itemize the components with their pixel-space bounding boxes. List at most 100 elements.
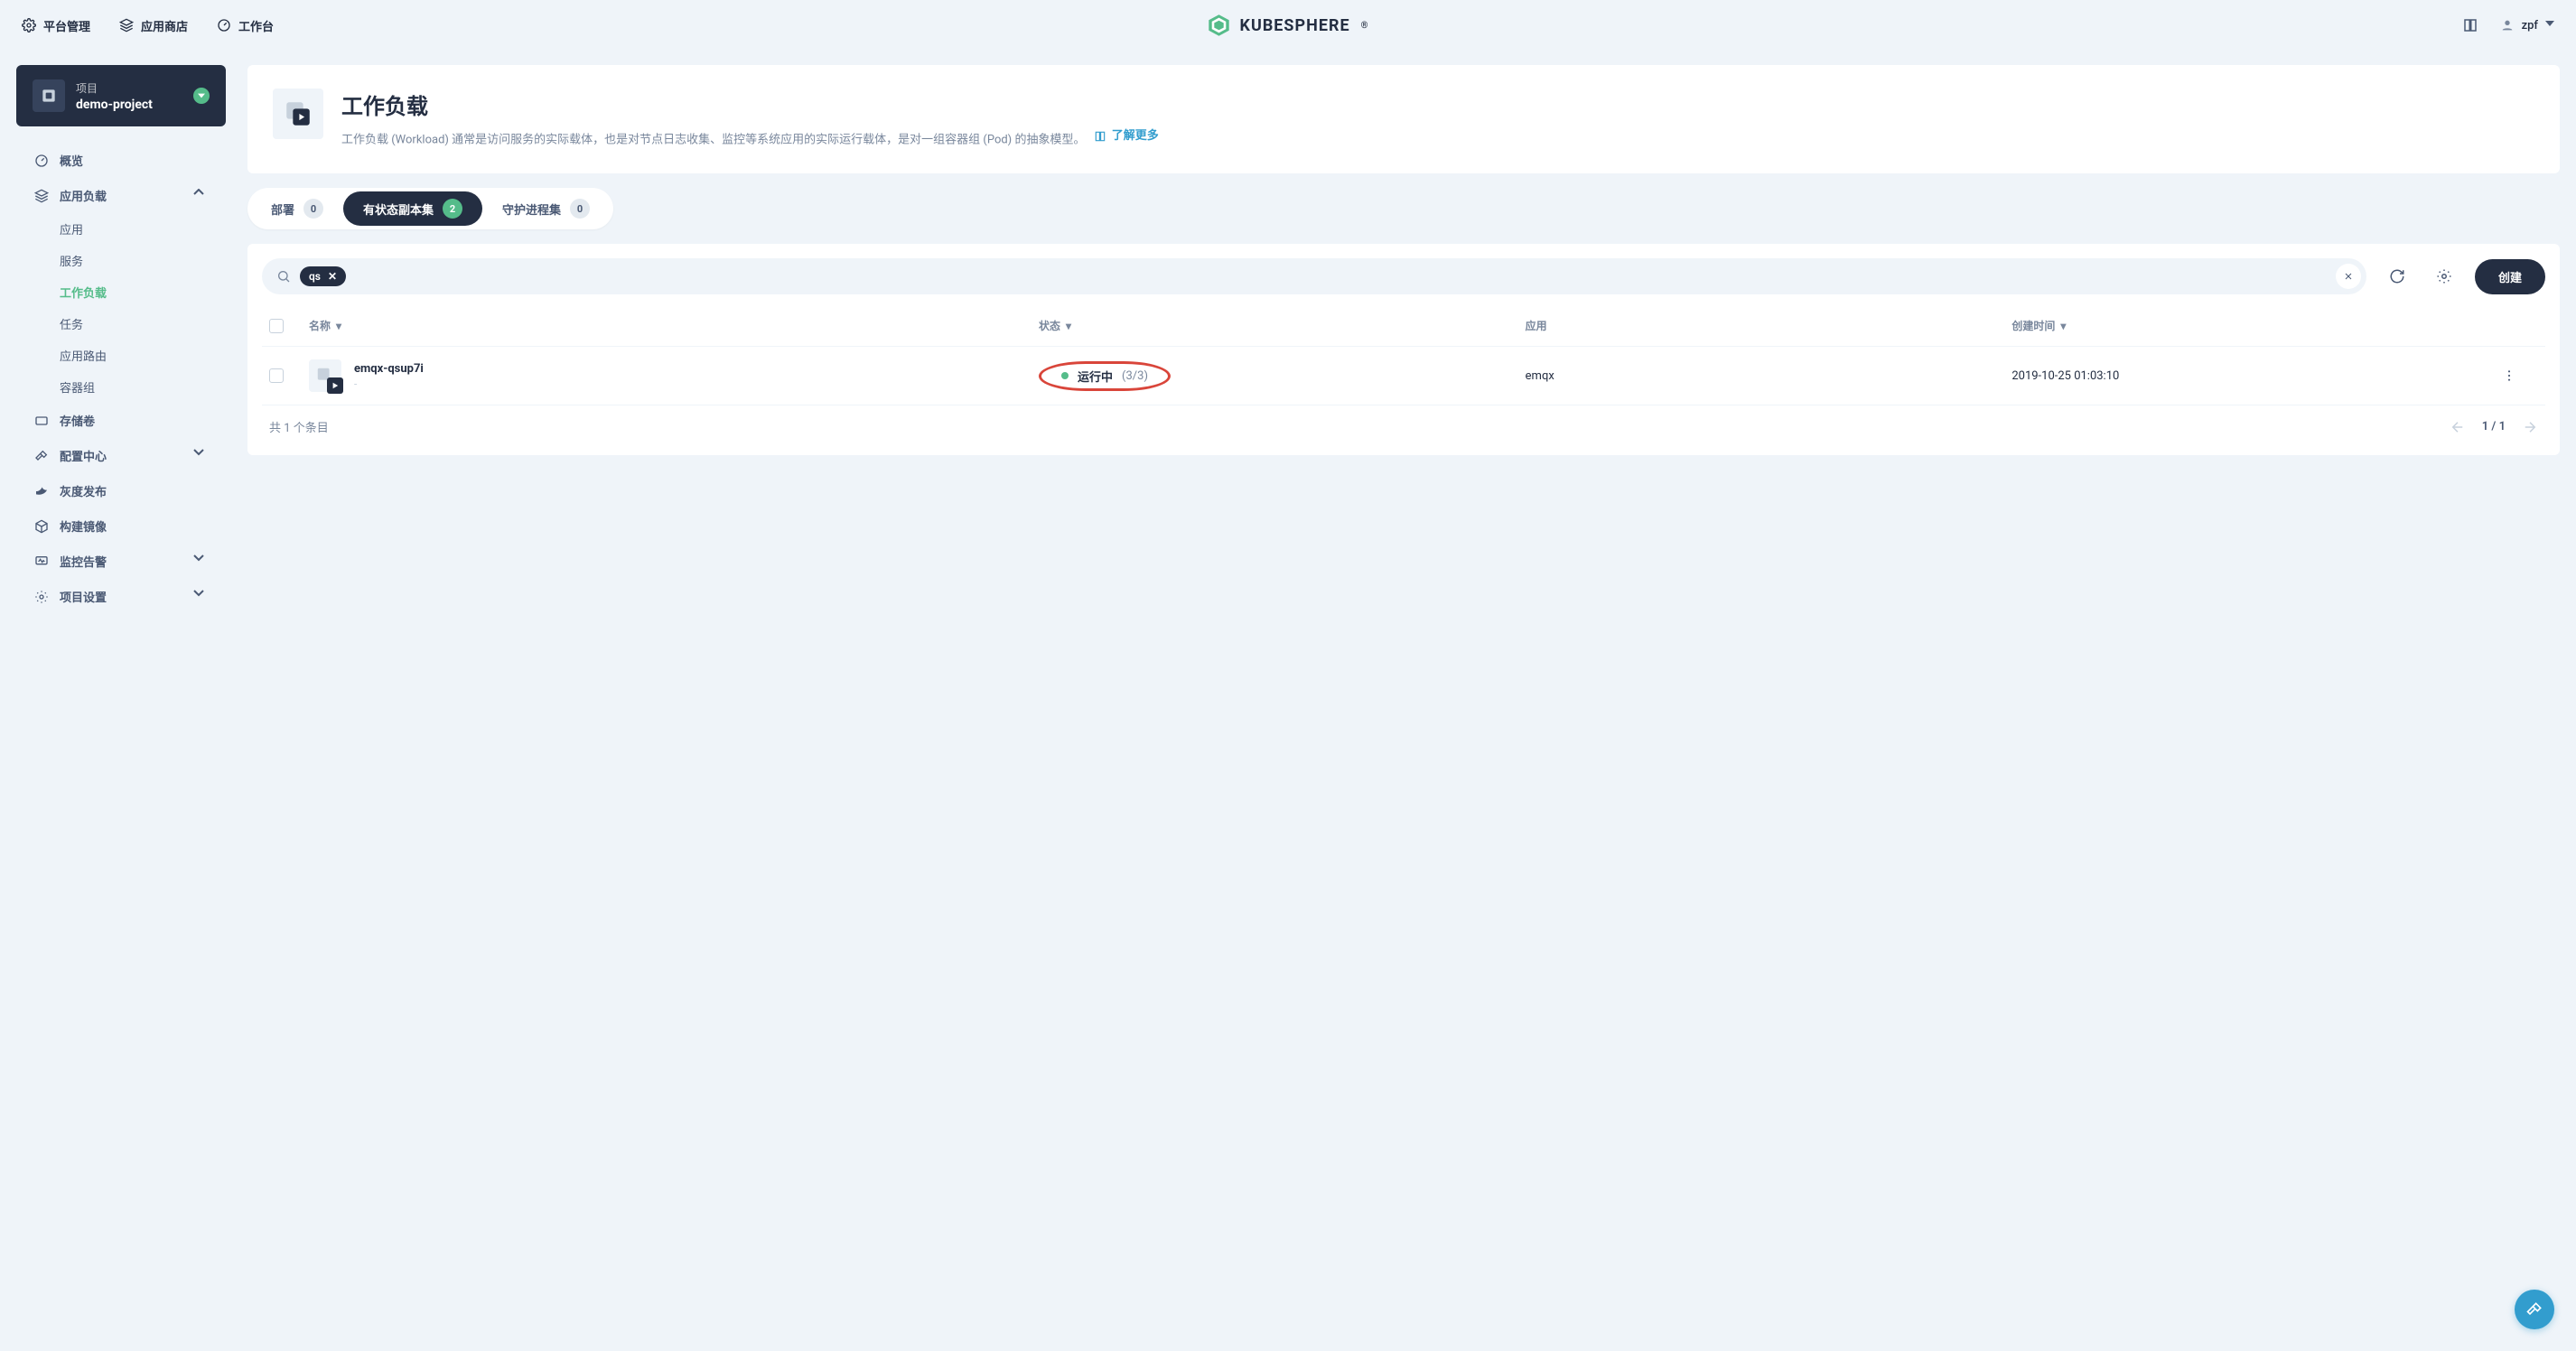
play-badge-icon <box>327 377 343 394</box>
refresh-button[interactable] <box>2381 260 2413 293</box>
row-checkbox[interactable] <box>269 368 284 383</box>
chevron-up-icon <box>193 189 208 203</box>
select-all-checkbox[interactable] <box>269 319 284 333</box>
top-nav-right: zpf <box>2462 17 2554 33</box>
page-next-button[interactable] <box>2522 419 2538 435</box>
sidebar-item-grayscale[interactable]: 灰度发布 <box>16 473 226 508</box>
row-more-button[interactable] <box>2498 365 2520 387</box>
bird-icon <box>34 484 49 498</box>
search-tag-text: qs <box>309 270 321 283</box>
gear-icon <box>22 18 36 33</box>
nav-appstore[interactable]: 应用商店 <box>119 17 188 34</box>
sidebar-subitem-pods[interactable]: 容器组 <box>16 371 226 403</box>
row-status-text: 运行中 <box>1078 368 1113 385</box>
sidebar: 项目 demo-project 概览 应用负载 应用 服务 工作负载 任务 应用… <box>16 65 226 614</box>
workload-icon <box>309 359 341 392</box>
sidebar-item-label: 应用负载 <box>60 187 107 204</box>
sidebar-item-label: 灰度发布 <box>60 482 107 499</box>
sidebar-subitem-services[interactable]: 服务 <box>16 245 226 276</box>
sidebar-item-image-build[interactable]: 构建镜像 <box>16 508 226 544</box>
caret-down-icon: ▾ <box>1066 320 1071 332</box>
tab-count: 2 <box>443 199 462 219</box>
row-created: 2019-10-25 01:03:10 <box>2011 369 2498 383</box>
table-row[interactable]: emqx-qsup7i - 运行中 (3/3) e <box>262 347 2545 405</box>
row-name: emqx-qsup7i <box>354 362 424 376</box>
page-prev-button[interactable] <box>2450 419 2466 435</box>
book-icon <box>1094 130 1106 143</box>
tab-daemonset[interactable]: 守护进程集 0 <box>482 191 610 226</box>
learn-more-link[interactable]: 了解更多 <box>1094 127 1159 146</box>
logo[interactable]: KUBESPHERE® <box>1208 14 1369 37</box>
search-icon <box>276 269 291 284</box>
row-subtitle: - <box>354 377 424 390</box>
status-annotation: 运行中 (3/3) <box>1039 361 1171 391</box>
tab-label: 有状态副本集 <box>363 200 434 218</box>
workload-icon <box>273 89 323 139</box>
sidebar-item-label: 应用 <box>60 220 83 238</box>
project-icon <box>33 79 65 112</box>
tab-deployment[interactable]: 部署 0 <box>251 191 343 226</box>
caret-down-icon: ▾ <box>336 320 341 332</box>
kubesphere-logo-icon <box>1208 14 1231 37</box>
settings-button[interactable] <box>2428 260 2460 293</box>
sidebar-subitem-jobs[interactable]: 任务 <box>16 308 226 340</box>
layers-icon <box>119 18 134 33</box>
row-status-count: (3/3) <box>1122 369 1148 383</box>
clear-search-button[interactable] <box>2336 264 2361 289</box>
sidebar-item-label: 概览 <box>60 152 83 169</box>
hammer-icon <box>34 449 49 463</box>
caret-down-icon <box>193 88 210 104</box>
caret-down-icon: ▾ <box>2060 320 2066 332</box>
table-toolbar: qs ✕ 创建 <box>262 258 2545 294</box>
tab-statefulset[interactable]: 有状态副本集 2 <box>343 191 482 226</box>
status-dot-icon <box>1061 372 1069 379</box>
user-name: zpf <box>2522 19 2538 33</box>
sidebar-item-volumes[interactable]: 存储卷 <box>16 403 226 438</box>
project-kind: 项目 <box>76 80 153 96</box>
search-tag[interactable]: qs ✕ <box>300 266 346 286</box>
caret-down-icon <box>2545 21 2554 30</box>
tab-count: 0 <box>570 199 590 219</box>
workload-table-card: qs ✕ 创建 <box>247 244 2560 455</box>
create-button[interactable]: 创建 <box>2475 259 2545 294</box>
cube-icon <box>34 519 49 534</box>
search-tag-remove-icon[interactable]: ✕ <box>328 270 337 283</box>
column-name[interactable]: 名称▾ <box>309 318 1039 333</box>
toolbox-fab[interactable] <box>2515 1290 2554 1329</box>
tab-label: 部署 <box>271 200 294 218</box>
storage-icon <box>34 414 49 428</box>
project-selector[interactable]: 项目 demo-project <box>16 65 226 126</box>
sidebar-item-label: 存储卷 <box>60 412 95 429</box>
guide-icon[interactable] <box>2462 17 2478 33</box>
search-bar[interactable]: qs ✕ <box>262 258 2366 294</box>
column-status[interactable]: 状态▾ <box>1039 318 1526 333</box>
sidebar-item-project-settings[interactable]: 项目设置 <box>16 579 226 614</box>
sidebar-item-label: 监控告警 <box>60 553 107 570</box>
sidebar-item-overview[interactable]: 概览 <box>16 143 226 178</box>
table-footer: 共 1 个条目 1 / 1 <box>262 405 2545 441</box>
workload-type-tabs: 部署 0 有状态副本集 2 守护进程集 0 <box>247 188 613 229</box>
create-button-label: 创建 <box>2498 272 2522 285</box>
top-nav-left: 平台管理 应用商店 工作台 <box>22 17 274 34</box>
row-app: emqx <box>1526 369 2012 383</box>
page-title: 工作负载 <box>341 89 2534 120</box>
nav-workbench[interactable]: 工作台 <box>217 17 274 34</box>
logo-tm-icon: ® <box>1361 21 1369 31</box>
column-created[interactable]: 创建时间▾ <box>2011 318 2498 333</box>
sidebar-item-label: 项目设置 <box>60 588 107 605</box>
sidebar-item-config[interactable]: 配置中心 <box>16 438 226 473</box>
gear-icon <box>34 590 49 604</box>
sidebar-item-monitoring[interactable]: 监控告警 <box>16 544 226 579</box>
chevron-down-icon <box>193 554 208 569</box>
nav-appstore-label: 应用商店 <box>141 17 188 34</box>
stack-icon <box>34 189 49 203</box>
sidebar-subitem-apps[interactable]: 应用 <box>16 213 226 245</box>
chevron-down-icon <box>193 590 208 604</box>
top-nav: 平台管理 应用商店 工作台 KUBESPHERE® zpf <box>0 0 2576 51</box>
sidebar-item-app-workload[interactable]: 应用负载 <box>16 178 226 213</box>
sidebar-subitem-workloads[interactable]: 工作负载 <box>16 276 226 308</box>
project-text: 项目 demo-project <box>76 80 153 112</box>
user-menu[interactable]: zpf <box>2500 18 2554 33</box>
sidebar-subitem-routes[interactable]: 应用路由 <box>16 340 226 371</box>
nav-platform[interactable]: 平台管理 <box>22 17 90 34</box>
